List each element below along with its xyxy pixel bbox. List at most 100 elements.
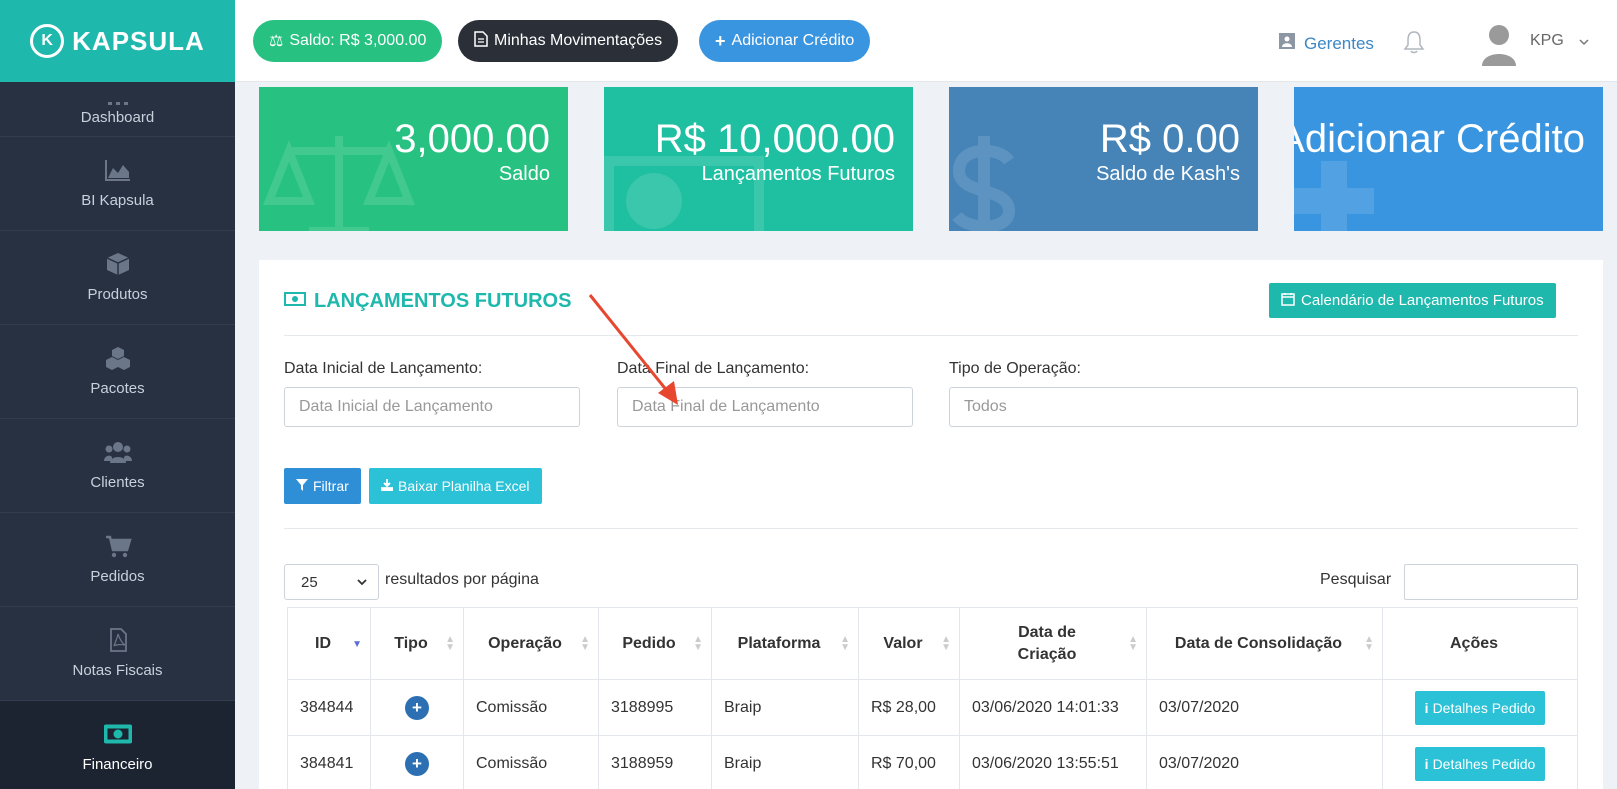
- table-row: 384844 + Comissão 3188995 Braip R$ 28,00…: [287, 679, 1578, 736]
- sidebar-item-notas-fiscais[interactable]: Notas Fiscais: [0, 607, 235, 701]
- sidebar-item-clientes[interactable]: Clientes: [0, 419, 235, 513]
- card-label: Saldo de Kash's: [1096, 163, 1240, 185]
- sidebar: K KAPSULA Dashboard BI Kapsula Produtos: [0, 0, 235, 789]
- column-header-data-consolidacao[interactable]: Data de Consolidação ▲ ▼: [1146, 607, 1383, 680]
- cell-data-criacao: 03/06/2020 14:01:33: [959, 679, 1147, 736]
- info-icon: i: [1424, 755, 1429, 772]
- sidebar-item-label: Financeiro: [82, 756, 153, 773]
- column-header-tipo[interactable]: Tipo ▲ ▼: [370, 607, 464, 680]
- sidebar-nav: Dashboard BI Kapsula Produtos Pacotes Cl…: [0, 82, 235, 789]
- gerentes-label: Gerentes: [1304, 33, 1374, 53]
- cell-operacao: Comissão: [463, 679, 599, 736]
- cell-pedido: 3188959: [598, 735, 712, 789]
- brand-logo[interactable]: K KAPSULA: [0, 0, 235, 82]
- money-icon: [284, 290, 306, 313]
- calendario-button[interactable]: Calendário de Lançamentos Futuros: [1269, 283, 1556, 318]
- dollar-icon: [952, 136, 1016, 231]
- card-value: R$ 0.00: [1099, 117, 1240, 161]
- id-badge-icon: [1278, 32, 1296, 55]
- sort-icon: ▲ ▼: [1128, 634, 1138, 653]
- baixar-excel-label: Baixar Planilha Excel: [398, 478, 530, 494]
- card-value: Adicionar Crédito: [1294, 117, 1585, 161]
- download-icon: [380, 478, 394, 494]
- card-adicionar-credito[interactable]: Adicionar Crédito: [1294, 87, 1603, 231]
- cubes-icon: [103, 346, 133, 370]
- card-saldo-kash: R$ 0.00 Saldo de Kash's: [949, 87, 1258, 231]
- panel-title: LANÇAMENTOS FUTUROS: [284, 290, 571, 313]
- adicionar-credito-button[interactable]: + Adicionar Crédito: [699, 20, 871, 62]
- sidebar-item-pedidos[interactable]: Pedidos: [0, 513, 235, 607]
- column-header-id[interactable]: ID ▼: [287, 607, 371, 680]
- sort-desc-icon: ▼: [352, 639, 362, 650]
- column-header-plataforma[interactable]: Plataforma ▲ ▼: [711, 607, 859, 680]
- sort-icon: ▲ ▼: [941, 634, 951, 653]
- sidebar-item-label: Clientes: [90, 474, 145, 491]
- chevron-down-icon: [356, 574, 368, 591]
- column-header-data-criacao[interactable]: Data de Criação ▲ ▼: [959, 607, 1147, 680]
- user-name[interactable]: KPG: [1530, 32, 1564, 50]
- bell-icon[interactable]: [1403, 30, 1425, 59]
- sidebar-item-dashboard[interactable]: Dashboard: [0, 82, 235, 137]
- info-icon: i: [1424, 699, 1429, 716]
- table-header-row: ID ▼ Tipo ▲ ▼ Operação ▲ ▼ Pedido ▲ ▼ Plataform…: [287, 607, 1578, 680]
- chevron-down-icon[interactable]: [1578, 34, 1590, 52]
- saldo-button[interactable]: ⚖ Saldo: R$ 3,000.00: [253, 20, 443, 62]
- data-final-input[interactable]: Data Final de Lançamento: [617, 387, 913, 427]
- dashboard-icon: [103, 95, 133, 105]
- detalhes-label: Detalhes Pedido: [1432, 755, 1536, 772]
- cell-acoes: i Detalhes Pedido: [1382, 679, 1578, 736]
- money-icon: [103, 722, 133, 746]
- calendar-icon: [1281, 292, 1295, 310]
- movimentacoes-button[interactable]: Minhas Movimentações: [458, 20, 679, 62]
- cell-data-consolidacao: 03/07/2020: [1146, 679, 1383, 736]
- avatar[interactable]: [1480, 22, 1518, 66]
- filtrar-button[interactable]: Filtrar: [284, 468, 361, 504]
- pdf-file-icon: [103, 628, 133, 652]
- movimentacoes-label: Minhas Movimentações: [494, 32, 663, 49]
- table-row: 384841 + Comissão 3188959 Braip R$ 70,00…: [287, 735, 1578, 789]
- detalhes-pedido-button[interactable]: i Detalhes Pedido: [1414, 690, 1546, 725]
- cell-id: 384841: [287, 735, 371, 789]
- tipo-operacao-label: Tipo de Operação:: [949, 360, 1081, 377]
- sort-icon: ▲ ▼: [693, 634, 703, 653]
- cell-plataforma: Braip: [711, 679, 859, 736]
- baixar-excel-button[interactable]: Baixar Planilha Excel: [369, 468, 542, 504]
- cell-data-consolidacao: 03/07/2020: [1146, 735, 1383, 789]
- search-input[interactable]: [1404, 564, 1578, 600]
- sidebar-item-financeiro[interactable]: Financeiro: [0, 701, 235, 789]
- card-label: Lançamentos Futuros: [701, 163, 895, 185]
- column-header-acoes: Ações: [1382, 607, 1578, 680]
- sidebar-item-produtos[interactable]: Produtos: [0, 231, 235, 325]
- divider: [284, 528, 1578, 529]
- document-icon: [474, 30, 488, 52]
- cell-valor: R$ 70,00: [858, 735, 960, 789]
- card-label: Saldo: [498, 163, 550, 185]
- page-size-select[interactable]: 25: [284, 564, 379, 600]
- card-value: 3,000.00: [394, 117, 550, 161]
- cube-icon: [103, 252, 133, 276]
- filtrar-label: Filtrar: [313, 478, 349, 494]
- column-header-operacao[interactable]: Operação ▲ ▼: [463, 607, 599, 680]
- cell-operacao: Comissão: [463, 735, 599, 789]
- sidebar-item-label: Notas Fiscais: [72, 662, 163, 679]
- detalhes-pedido-button[interactable]: i Detalhes Pedido: [1414, 746, 1546, 781]
- sidebar-item-bi-kapsula[interactable]: BI Kapsula: [0, 137, 235, 231]
- cell-plataforma: Braip: [711, 735, 859, 789]
- sort-icon: ▲ ▼: [840, 634, 850, 653]
- column-header-valor[interactable]: Valor ▲ ▼: [858, 607, 960, 680]
- card-lancamentos-futuros: R$ 10,000.00 Lançamentos Futuros: [604, 87, 913, 231]
- data-inicial-label: Data Inicial de Lançamento:: [284, 360, 483, 377]
- lancamentos-panel: LANÇAMENTOS FUTUROS Calendário de Lançam…: [259, 260, 1603, 789]
- sidebar-item-label: Dashboard: [80, 109, 155, 126]
- column-header-pedido[interactable]: Pedido ▲ ▼: [598, 607, 712, 680]
- search-label: Pesquisar: [1320, 571, 1392, 588]
- sidebar-item-label: Pedidos: [90, 568, 145, 585]
- gerentes-link[interactable]: Gerentes: [1278, 32, 1374, 55]
- data-inicial-input[interactable]: Data Inicial de Lançamento: [284, 387, 580, 427]
- brand-name: KAPSULA: [72, 25, 205, 56]
- tipo-operacao-select[interactable]: Todos: [949, 387, 1578, 427]
- plus-icon: +: [715, 30, 726, 51]
- sidebar-item-pacotes[interactable]: Pacotes: [0, 325, 235, 419]
- data-final-label: Data Final de Lançamento:: [617, 360, 810, 377]
- divider: [284, 335, 1578, 336]
